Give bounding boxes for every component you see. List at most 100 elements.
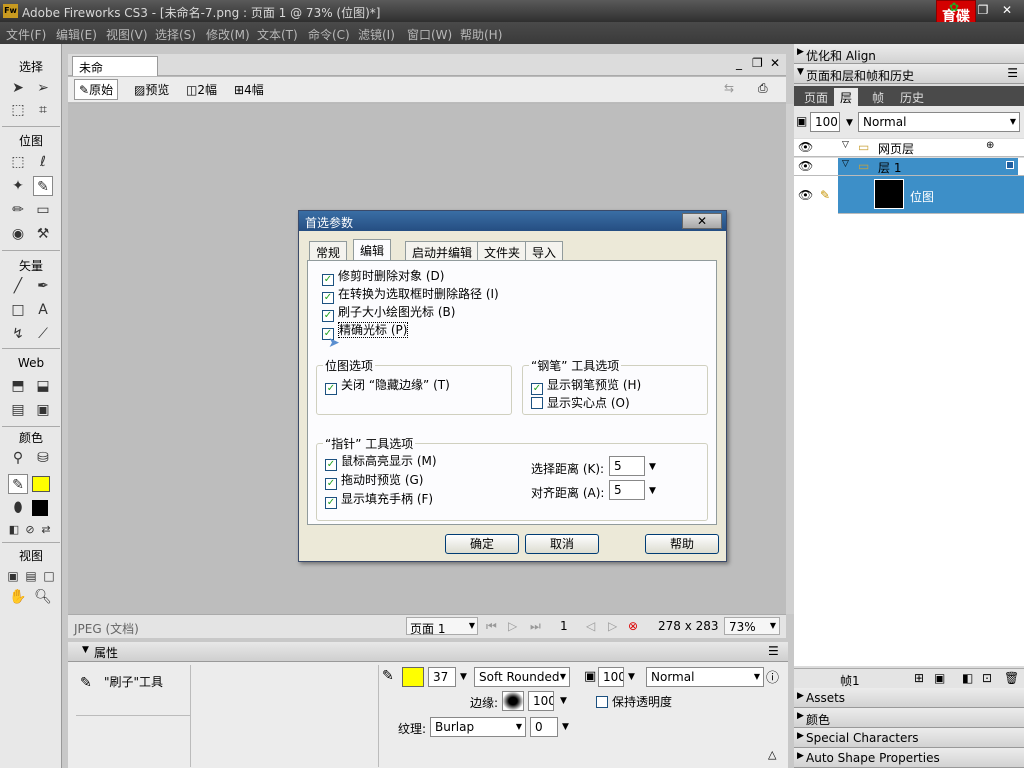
expand-triangle-icon[interactable]: ▽ <box>842 140 849 150</box>
fill-color-icon[interactable]: ⬮ <box>8 498 28 518</box>
crop-tool-icon[interactable]: ⌗ <box>33 100 53 120</box>
first-frame-icon[interactable]: ⏮ <box>486 619 497 634</box>
vertical-scrollbar[interactable] <box>786 104 794 614</box>
slice-tool-icon[interactable]: ⬓ <box>33 376 53 396</box>
menu-window[interactable]: 窗口(W) <box>407 26 452 43</box>
document-tab[interactable]: 未命名-7.png* <box>72 56 158 92</box>
pointer-tool-icon[interactable]: ➤ <box>8 78 28 98</box>
next-frame-icon[interactable]: ▷ <box>608 619 617 633</box>
stroke-color-icon[interactable]: ✎ <box>8 474 28 494</box>
pages-panel-header[interactable]: ▼ 页面和层和帧和历史 ☰ <box>794 64 1024 84</box>
play-icon[interactable]: ▷ <box>508 619 517 633</box>
zoom-tool-icon[interactable]: 🔍︎ <box>33 587 53 607</box>
freeform-tool-icon[interactable]: ↯ <box>8 324 28 344</box>
texture-amount-dropdown-icon[interactable]: ▼ <box>562 722 569 732</box>
preserve-transparency-checkbox[interactable]: 保持透明度 <box>596 693 672 710</box>
options-menu-icon[interactable]: ☰ <box>768 644 779 658</box>
cancel-button[interactable]: 取消 <box>525 534 599 554</box>
tab-frames[interactable]: 帧 <box>866 88 890 106</box>
menu-view[interactable]: 视图(V) <box>106 26 148 43</box>
expand-icon[interactable]: △ <box>768 748 776 761</box>
share-layer-icon[interactable]: ⊕ <box>986 140 994 151</box>
turn-off-hide-edges-checkbox[interactable]: ✓ 关闭 “隐藏边缘” (T) <box>325 376 450 395</box>
tab-editing[interactable]: 编辑 <box>353 239 392 261</box>
full-screen-menus-icon[interactable]: ▤ <box>21 566 41 586</box>
help-icon[interactable]: ⓘ <box>766 667 779 686</box>
texture-amount-input[interactable]: 0 <box>530 717 558 737</box>
swap-colors-icon[interactable]: ⇄ <box>36 520 56 540</box>
panel-options-icon[interactable]: ☰ <box>1007 66 1018 80</box>
rubber-stamp-tool-icon[interactable]: ⚒ <box>33 224 53 244</box>
menu-filters[interactable]: 滤镜(I) <box>358 26 395 43</box>
assets-panel-header[interactable]: ▶ Assets <box>794 688 1024 708</box>
eye-icon[interactable]: 👁︎ <box>798 140 813 154</box>
scale-tool-icon[interactable]: ⬚ <box>8 100 28 120</box>
colors-panel-header[interactable]: ▶ 颜色 <box>794 708 1024 728</box>
new-bitmap-icon[interactable]: ▣ <box>934 671 945 685</box>
subselect-tool-icon[interactable]: ➢ <box>33 78 53 98</box>
show-solid-points-checkbox[interactable]: 显示实心点 (O) <box>531 394 630 411</box>
dialog-close-button[interactable]: ✕ <box>682 213 722 229</box>
menu-commands[interactable]: 命令(C) <box>308 26 350 43</box>
doc-close-icon[interactable]: ✕ <box>770 56 780 70</box>
layer-row-layer1[interactable]: 👁︎ ▽ ▭ 层 1 <box>794 158 1024 176</box>
select-distance-input[interactable]: 5 <box>609 456 645 476</box>
tab-import[interactable]: 导入 <box>525 241 564 261</box>
trash-icon[interactable]: 🗑︎ <box>1004 671 1019 685</box>
last-frame-icon[interactable]: ⏭ <box>530 619 541 634</box>
tab-folders[interactable]: 文件夹 <box>477 241 528 261</box>
fill-color-swatch[interactable] <box>32 500 48 516</box>
eye-icon[interactable]: 👁︎ <box>798 159 813 173</box>
snap-distance-dropdown-icon[interactable]: ▼ <box>649 486 656 496</box>
view-4up-button[interactable]: ⊞4幅 <box>234 81 264 98</box>
delete-objects-checkbox[interactable]: ✓ 修剪时删除对象 (D) <box>322 267 444 286</box>
restore-button[interactable]: ❐ <box>974 3 992 18</box>
eye-icon[interactable]: 👁︎ <box>798 188 813 202</box>
stroke-color-swatch[interactable] <box>32 476 50 492</box>
opacity-dropdown-icon[interactable]: ▼ <box>846 118 853 128</box>
new-layer-icon[interactable]: ⊡ <box>982 671 992 685</box>
stroke-color-swatch[interactable] <box>402 667 424 687</box>
menu-modify[interactable]: 修改(M) <box>206 26 250 43</box>
size-dropdown-icon[interactable]: ▼ <box>460 672 467 682</box>
edge-input[interactable]: 100 <box>528 691 554 711</box>
tab-launch-edit[interactable]: 启动并编辑 <box>405 241 480 261</box>
rectangle-tool-icon[interactable]: □ <box>8 300 28 320</box>
edit-pencil-icon[interactable]: ✎ <box>820 188 830 202</box>
hotspot-tool-icon[interactable]: ⬒ <box>8 376 28 396</box>
marquee-tool-icon[interactable]: ⬚ <box>8 152 28 172</box>
menu-file[interactable]: 文件(F) <box>6 26 46 43</box>
view-2up-button[interactable]: ◫2幅 <box>186 81 217 98</box>
tab-history[interactable]: 历史 <box>894 88 930 106</box>
view-original-button[interactable]: ✎原始 <box>74 79 119 100</box>
snap-distance-input[interactable]: 5 <box>609 480 645 500</box>
hide-slices-icon[interactable]: ▤ <box>8 400 28 420</box>
layer-blend-select[interactable]: Normal ▼ <box>858 112 1020 132</box>
tab-pages[interactable]: 页面 <box>798 88 834 106</box>
knife-tool-icon[interactable]: ⟋ <box>33 324 53 344</box>
eyedropper-tool-icon[interactable]: ⚲ <box>8 448 28 468</box>
select-distance-dropdown-icon[interactable]: ▼ <box>649 462 656 472</box>
menu-text[interactable]: 文本(T) <box>257 26 298 43</box>
show-fill-handles-checkbox[interactable]: ✓ 显示填充手柄 (F) <box>325 490 433 509</box>
opacity-dropdown-icon[interactable]: ▼ <box>628 672 635 682</box>
show-slices-icon[interactable]: ▣ <box>33 400 53 420</box>
prev-frame-icon[interactable]: ◁ <box>586 619 595 633</box>
blend-mode-select[interactable]: Normal ▼ <box>646 667 764 687</box>
layer-row-bitmap[interactable]: 👁︎ ✎ 位图 <box>794 176 1024 214</box>
layer-opacity-input[interactable]: 100 <box>810 112 840 132</box>
blur-tool-icon[interactable]: ◉ <box>8 224 28 244</box>
text-tool-icon[interactable]: A <box>33 300 53 320</box>
standard-screen-icon[interactable]: ▣ <box>3 566 23 586</box>
doc-minimize-icon[interactable]: _ <box>736 56 742 70</box>
add-mask-icon[interactable]: ◧ <box>962 671 973 685</box>
new-folder-icon[interactable]: ⊞ <box>914 671 924 685</box>
layer-row-web[interactable]: 👁︎ ▽ ▭ 网页层 ⊕ <box>794 139 1024 157</box>
opacity-input[interactable]: 100 <box>598 667 624 687</box>
pen-tool-icon[interactable]: ✒ <box>33 276 53 296</box>
properties-header[interactable]: ▼ 属性 ☰ <box>68 642 788 662</box>
mouse-highlight-checkbox[interactable]: ✓ 鼠标高亮显示 (M) <box>325 452 437 471</box>
brush-size-cursor-checkbox[interactable]: ✓ 刷子大小绘图光标 (B) <box>322 303 455 322</box>
page-select[interactable]: 页面 1 ▼ <box>406 617 478 636</box>
tab-layers[interactable]: 层 <box>834 88 859 106</box>
